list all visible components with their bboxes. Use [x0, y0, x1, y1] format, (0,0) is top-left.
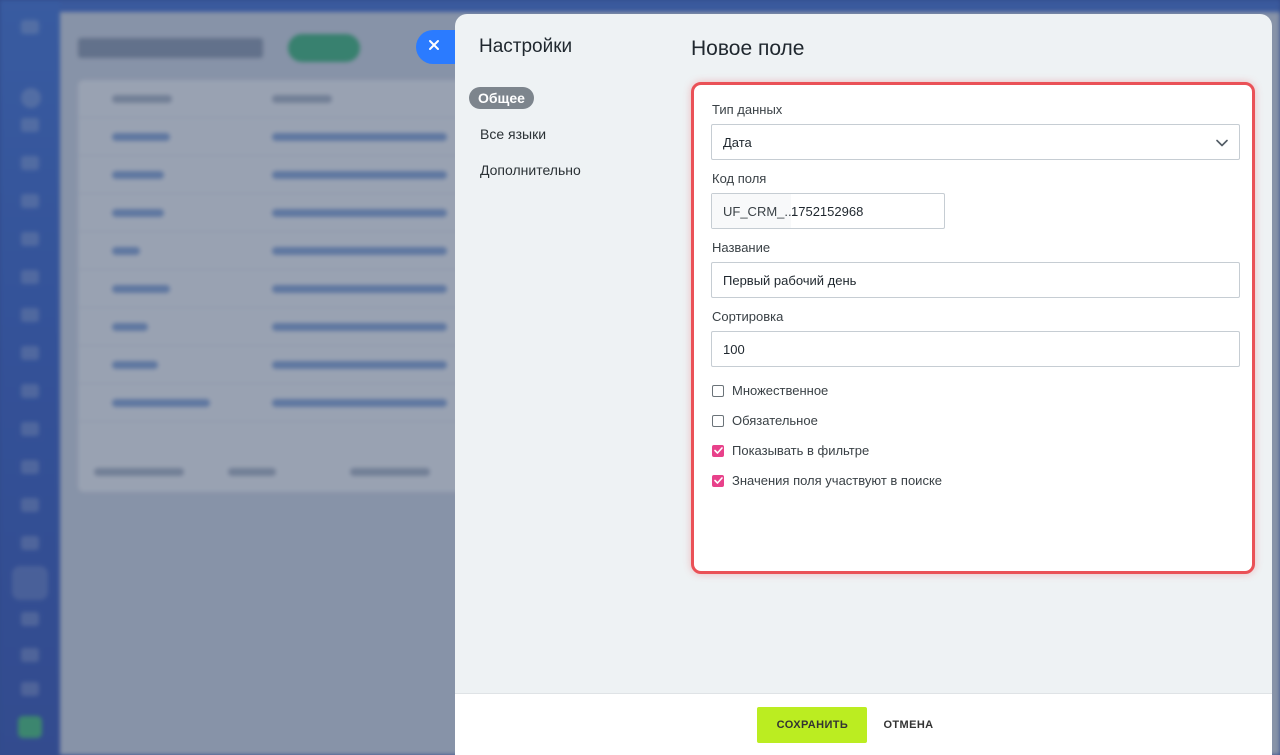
name-input[interactable]: Первый рабочий день [711, 262, 1240, 298]
save-button[interactable]: СОХРАНИТЬ [757, 706, 868, 743]
show-in-filter-checkbox-row[interactable]: Показывать в фильтре [712, 443, 869, 458]
check-icon [713, 447, 723, 454]
name-value: Первый рабочий день [723, 272, 857, 288]
cancel-button[interactable]: ОТМЕНА [881, 719, 935, 731]
required-checkbox-label: Обязательное [732, 413, 818, 428]
required-checkbox-row[interactable]: Обязательное [712, 413, 818, 428]
searchable-checkbox[interactable] [712, 474, 724, 487]
settings-nav: Общее Все языки Дополнительно [469, 87, 592, 195]
required-checkbox[interactable] [712, 414, 724, 427]
data-type-value: Дата [723, 134, 752, 150]
sort-value: 100 [723, 341, 745, 357]
sort-label: Сортировка [712, 309, 784, 324]
sort-input[interactable]: 100 [711, 331, 1240, 367]
multiple-checkbox[interactable] [712, 384, 724, 397]
chevron-down-icon [1216, 135, 1228, 150]
multiple-checkbox-label: Множественное [732, 383, 829, 398]
searchable-checkbox-row[interactable]: Значения поля участвуют в поиске [712, 473, 942, 488]
field-form: Тип данных Дата Код поля UF_CRM_... 1752… [691, 82, 1255, 574]
nav-item-additional[interactable]: Дополнительно [469, 159, 592, 181]
check-icon [713, 477, 723, 484]
settings-slider: Настройки Общее Все языки Дополнительно … [455, 14, 1272, 755]
show-in-filter-checkbox-label: Показывать в фильтре [732, 443, 870, 458]
field-code-input[interactable]: UF_CRM_... 1752152968 [711, 193, 945, 229]
field-code-label: Код поля [712, 171, 767, 186]
show-in-filter-checkbox[interactable] [712, 444, 724, 457]
slider-footer: СОХРАНИТЬ ОТМЕНА [455, 693, 1272, 755]
nav-title: Настройки [479, 36, 573, 57]
searchable-checkbox-label: Значения поля участвуют в поиске [732, 473, 943, 488]
nav-item-general[interactable]: Общее [469, 87, 534, 109]
name-label: Название [712, 240, 771, 255]
data-type-label: Тип данных [712, 102, 783, 117]
field-code-value: 1752152968 [791, 203, 864, 219]
nav-item-all-languages[interactable]: Все языки [469, 123, 592, 145]
close-icon [427, 38, 441, 57]
data-type-select[interactable]: Дата [711, 124, 1240, 160]
page-title: Новое поле [691, 37, 805, 60]
multiple-checkbox-row[interactable]: Множественное [712, 383, 828, 398]
field-code-prefix: UF_CRM_... [712, 194, 795, 228]
